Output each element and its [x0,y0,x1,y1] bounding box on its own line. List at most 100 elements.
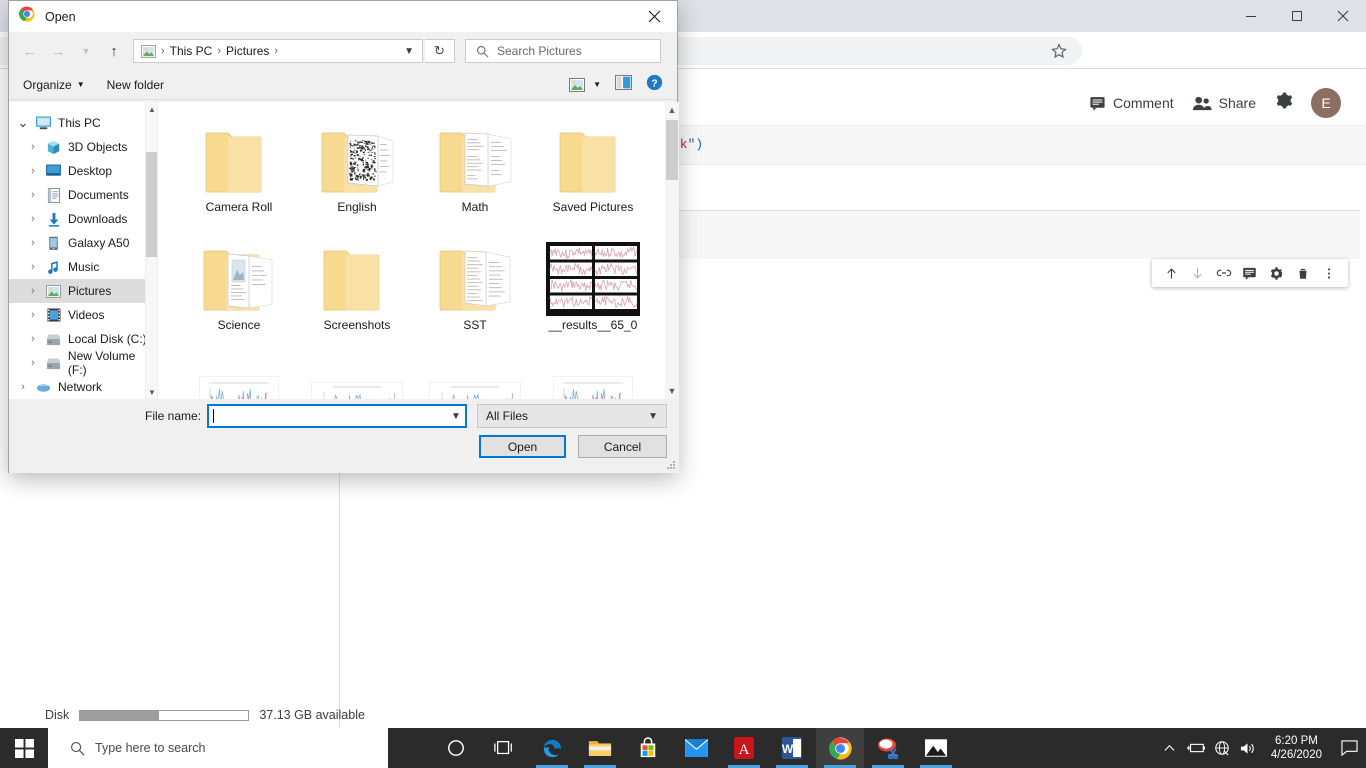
preview-pane-icon[interactable] [615,74,632,95]
refresh-button[interactable]: ↻ [425,39,455,63]
breadcrumb-item-this-pc[interactable]: This PC [167,44,216,58]
chevron-right-icon[interactable]: › [27,189,39,201]
maximize-button[interactable] [1274,0,1320,32]
taskbar-clock[interactable]: 6:20 PM 4/26/2020 [1261,734,1332,762]
filetype-select[interactable]: All Files ▼ [477,404,667,428]
bookmark-star-icon[interactable] [1050,42,1068,60]
snipping-tool-icon[interactable] [864,728,912,768]
help-icon[interactable]: ? [646,74,663,96]
mail-icon[interactable] [672,728,720,768]
search-box[interactable]: Search Pictures [465,39,661,63]
comment-button[interactable]: Comment [1089,95,1174,112]
link-icon[interactable] [1214,263,1234,283]
file-item-partial[interactable] [298,348,416,399]
file-scroll-down-icon[interactable]: ▼ [665,383,679,399]
breadcrumb-item-pictures[interactable]: Pictures [223,44,272,58]
word-icon[interactable]: W [768,728,816,768]
delete-cell-icon[interactable] [1293,263,1313,283]
start-button[interactable] [0,728,48,768]
edge-icon[interactable] [528,728,576,768]
tree-item-local-disk-c[interactable]: › Local Disk (C:) [9,327,157,351]
tree-item-downloads[interactable]: › Downloads [9,207,157,231]
address-breadcrumb-bar[interactable]: › This PC › Pictures › ▼ [133,39,423,63]
share-button[interactable]: Share [1192,95,1256,112]
file-item[interactable]: Screenshots [298,230,416,348]
move-cell-up-icon[interactable] [1161,263,1181,283]
dialog-close-button[interactable] [631,1,677,32]
chevron-right-icon[interactable]: › [27,333,39,345]
notebook-code-cell[interactable]: ok") [670,125,1366,165]
file-item-partial[interactable] [416,348,534,399]
notebook-next-cell[interactable] [670,211,1360,259]
resize-grip[interactable] [666,460,676,470]
file-item[interactable]: Math [416,112,534,230]
file-item-partial[interactable] [534,348,652,399]
close-button[interactable] [1320,0,1366,32]
up-button[interactable]: ↑ [101,38,127,64]
organize-button[interactable]: Organize ▼ [23,78,85,92]
file-item[interactable]: Saved Pictures [534,112,652,230]
cell-settings-icon[interactable] [1266,263,1286,283]
chevron-right-icon[interactable]: › [17,381,29,393]
filename-dropdown-icon[interactable]: ▼ [447,411,465,422]
tree-item-pictures[interactable]: › Pictures [9,279,157,303]
open-button[interactable]: Open [479,435,566,458]
more-options-icon[interactable] [1319,263,1339,283]
tree-item-videos[interactable]: › Videos [9,303,157,327]
chevron-right-icon[interactable]: › [27,165,39,177]
battery-icon[interactable] [1183,728,1209,768]
chevron-right-icon[interactable]: › [27,141,39,153]
tree-item-this-pc[interactable]: ⌄ This PC [9,111,157,135]
settings-gear-icon[interactable] [1274,91,1293,115]
file-item[interactable]: SST [416,230,534,348]
tree-scroll-thumb[interactable] [146,152,157,257]
tree-item-documents[interactable]: › Documents [9,183,157,207]
file-scroll-up-icon[interactable]: ▲ [665,102,679,118]
tree-item-desktop[interactable]: › Desktop [9,159,157,183]
file-item[interactable]: Camera Roll [180,112,298,230]
cancel-button[interactable]: Cancel [578,435,667,458]
breadcrumb-dropdown-icon[interactable]: ▼ [404,46,418,57]
file-item-partial[interactable] [180,348,298,399]
file-explorer-icon[interactable] [576,728,624,768]
user-avatar[interactable]: E [1311,88,1341,118]
file-list-view[interactable]: Camera Roll English Math Saved Pictures Scie… [162,102,679,399]
minimize-button[interactable] [1228,0,1274,32]
tree-item-music[interactable]: › Music [9,255,157,279]
tree-item-new-volume-f[interactable]: › New Volume (F:) [9,349,157,377]
navigation-tree[interactable]: ⌄ This PC › 3D Objects › Desktop › Documents › Do… [9,102,157,399]
file-item[interactable]: English [298,112,416,230]
network-icon[interactable] [1209,728,1235,768]
tree-scrollbar[interactable]: ▲ ▼ [145,102,157,399]
volume-icon[interactable] [1235,728,1261,768]
forward-button[interactable]: → [45,38,71,64]
tree-item-3d-objects[interactable]: › 3D Objects [9,135,157,159]
file-item[interactable]: Science [180,230,298,348]
cortana-icon[interactable] [432,728,480,768]
recent-locations-button[interactable]: ▼ [73,38,99,64]
comment-icon[interactable] [1240,263,1260,283]
chevron-down-icon[interactable]: ⌄ [17,115,29,131]
tree-scroll-up-icon[interactable]: ▲ [146,102,157,116]
photos-icon[interactable] [912,728,960,768]
chevron-right-icon[interactable]: › [27,357,39,369]
new-folder-button[interactable]: New folder [107,78,164,92]
taskbar-search-box[interactable]: Type here to search [48,728,388,768]
tree-item-network[interactable]: › Network [9,375,157,399]
chevron-right-icon[interactable]: › [27,237,39,249]
file-scroll-thumb[interactable] [666,120,678,180]
show-hidden-icons[interactable] [1157,728,1183,768]
chevron-right-icon[interactable]: › [27,261,39,273]
chevron-right-icon[interactable]: › [27,309,39,321]
change-view-icon[interactable]: ▼ [569,77,601,92]
task-view-icon[interactable] [480,728,528,768]
filename-input[interactable]: ▼ [207,404,467,428]
chevron-right-icon[interactable]: › [27,213,39,225]
move-cell-down-icon[interactable] [1187,263,1207,283]
chrome-icon[interactable] [816,728,864,768]
back-button[interactable]: ← [17,38,43,64]
adobe-reader-icon[interactable]: A [720,728,768,768]
tree-scroll-down-icon[interactable]: ▼ [146,385,157,399]
microsoft-store-icon[interactable] [624,728,672,768]
chevron-right-icon[interactable]: › [27,285,39,297]
